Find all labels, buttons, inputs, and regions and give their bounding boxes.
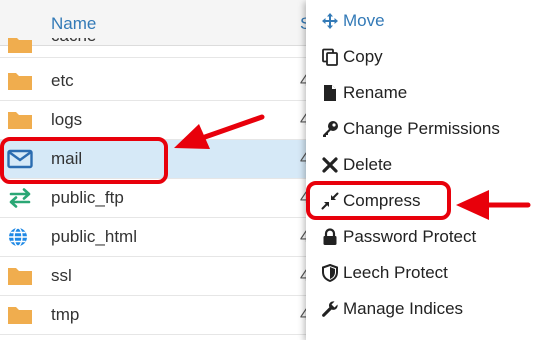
globe-icon	[7, 227, 33, 247]
file-name: tmp	[51, 305, 80, 324]
key-icon	[320, 119, 340, 139]
file-row-logs[interactable]: logs 4	[0, 101, 320, 140]
file-name: public_ftp	[51, 188, 124, 207]
folder-icon	[7, 305, 33, 325]
menu-item-label: Password Protect	[343, 227, 477, 246]
file-name: public_html	[51, 227, 137, 246]
lock-icon	[320, 227, 340, 247]
move-icon	[320, 11, 340, 31]
menu-item-label: Move	[343, 11, 385, 30]
file-name: cache	[51, 38, 96, 46]
menu-item-manage-indices[interactable]: Manage Indices	[320, 295, 463, 323]
file-name: logs	[51, 110, 83, 129]
transfer-arrows-icon	[7, 188, 33, 208]
menu-item-label: Change Permissions	[343, 119, 500, 138]
file-row-tmp[interactable]: tmp 4	[0, 296, 320, 335]
menu-item-change-permissions[interactable]: Change Permissions	[320, 115, 500, 143]
mail-highlight-box	[0, 137, 168, 184]
compress-highlight-box	[306, 181, 451, 220]
context-menu: Move Copy Rename Change Permissions Dele…	[306, 0, 542, 340]
file-row-public-ftp[interactable]: public_ftp 4	[0, 179, 320, 218]
folder-icon	[7, 38, 33, 54]
menu-item-label: Manage Indices	[343, 299, 464, 318]
menu-item-label: Copy	[343, 47, 383, 66]
menu-item-rename[interactable]: Rename	[320, 79, 407, 107]
file-row-cache[interactable]: cache	[0, 38, 320, 58]
shield-icon	[320, 263, 340, 283]
folder-icon	[7, 266, 33, 286]
file-row-public-html[interactable]: public_html 4	[0, 218, 320, 257]
copy-icon	[320, 47, 340, 67]
menu-item-delete[interactable]: Delete	[320, 151, 392, 179]
menu-item-label: Rename	[343, 83, 408, 102]
x-icon	[320, 155, 340, 175]
file-row-etc[interactable]: etc 4	[0, 62, 320, 101]
folder-icon	[7, 110, 33, 130]
name-column-header[interactable]: Name	[51, 14, 96, 34]
menu-item-password-protect[interactable]: Password Protect	[320, 223, 476, 251]
file-name: etc	[51, 71, 74, 90]
file-icon	[320, 83, 340, 103]
menu-item-leech-protect[interactable]: Leech Protect	[320, 259, 448, 287]
wrench-icon	[320, 299, 340, 319]
menu-item-label: Leech Protect	[343, 263, 448, 282]
folder-icon	[7, 71, 33, 91]
file-row-ssl[interactable]: ssl 4	[0, 257, 320, 296]
menu-item-copy[interactable]: Copy	[320, 43, 383, 71]
menu-item-label: Delete	[343, 155, 393, 174]
file-name: ssl	[51, 266, 72, 285]
menu-item-move[interactable]: Move	[320, 7, 385, 35]
